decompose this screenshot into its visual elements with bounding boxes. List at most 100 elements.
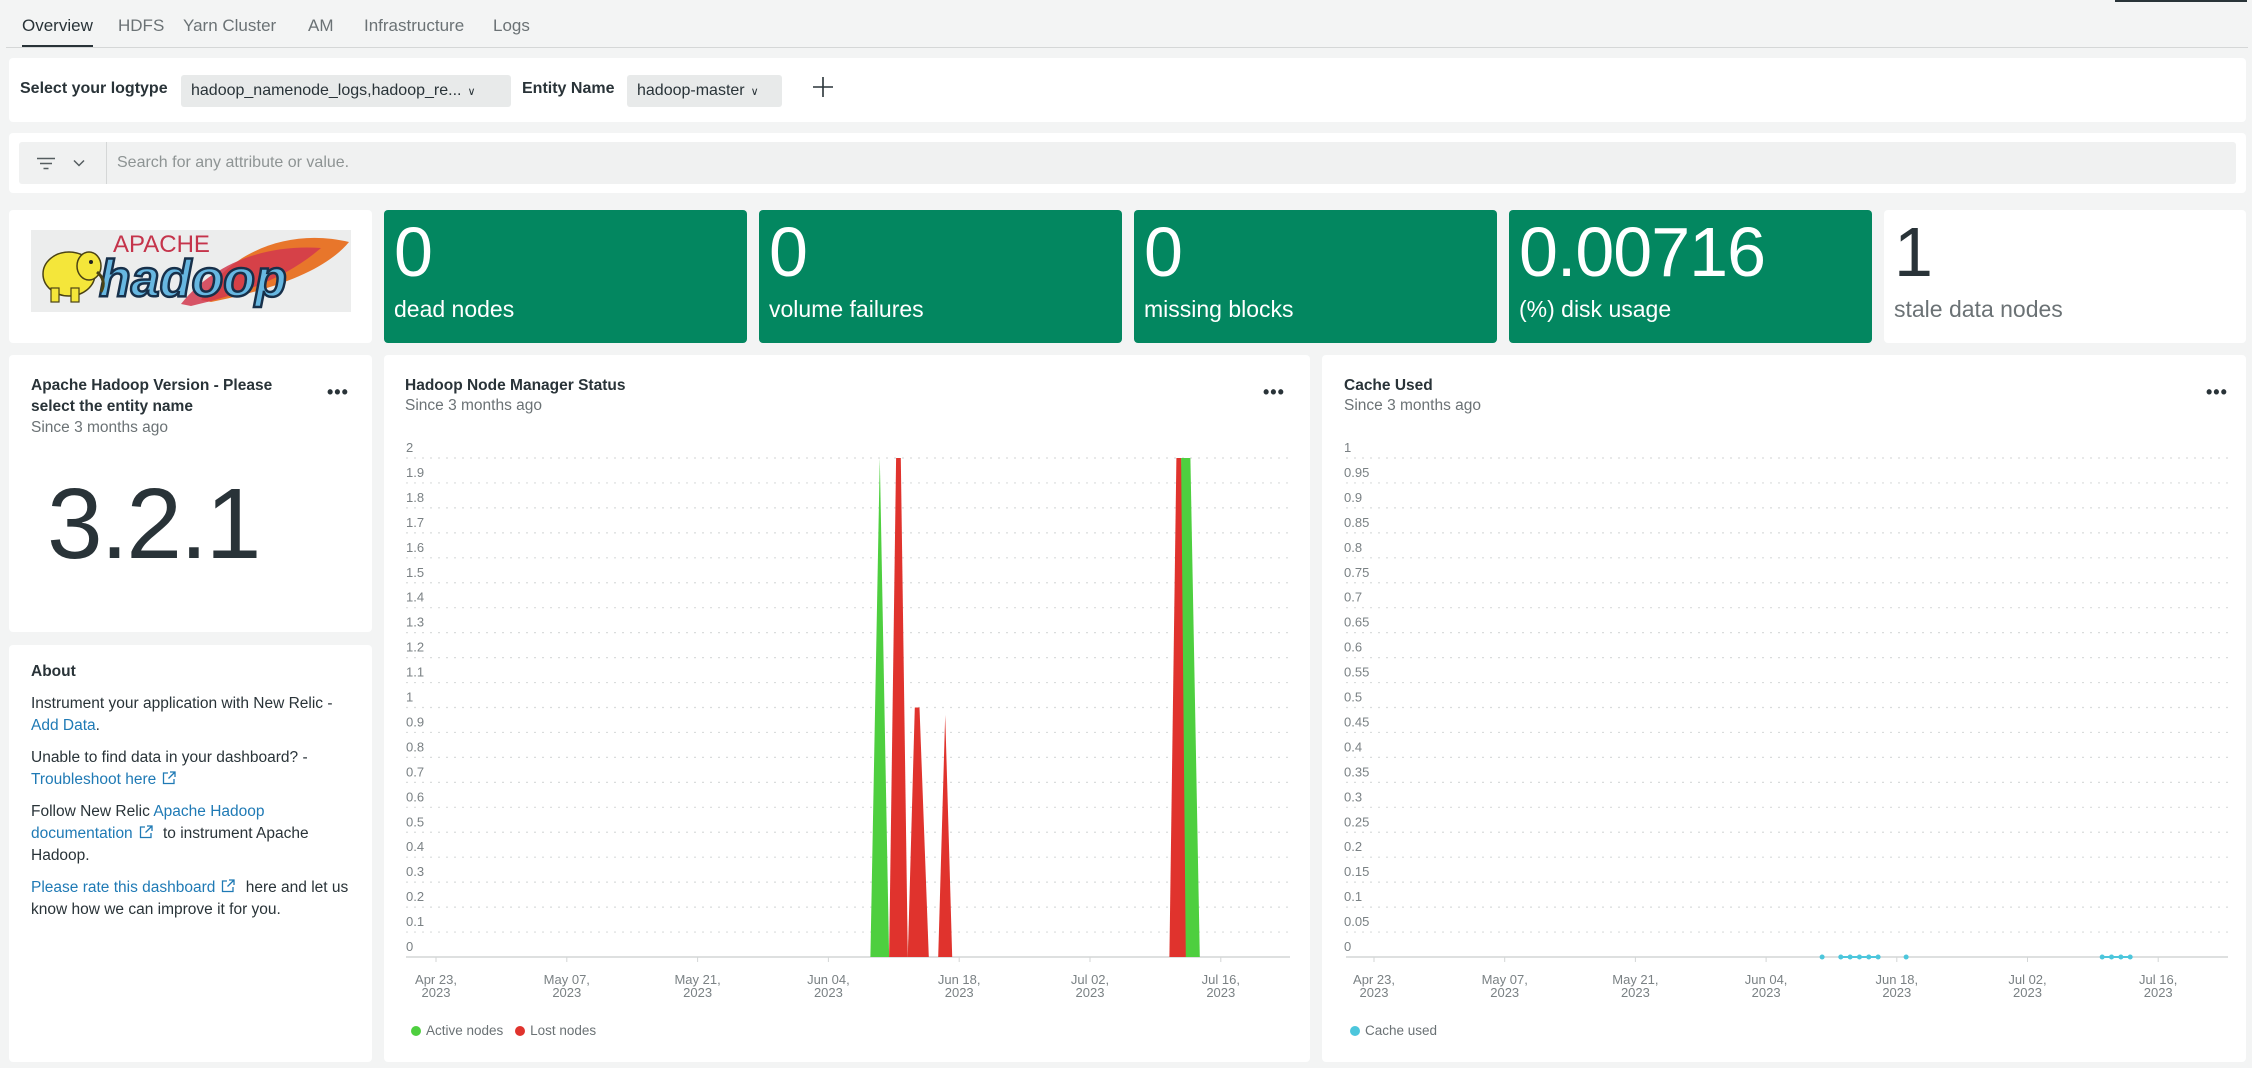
data-point <box>2099 954 2105 960</box>
filter-lines-icon <box>37 157 55 170</box>
y-tick-label: 0.5 <box>1344 690 1362 705</box>
tab-infrastructure[interactable]: Infrastructure <box>364 16 464 36</box>
y-tick-label: 0.25 <box>1344 814 1369 829</box>
variables-bar: Select your logtype hadoop_namenode_logs… <box>9 58 2246 122</box>
logtype-dropdown[interactable]: hadoop_namenode_logs,hadoop_re... ∨ <box>181 75 511 107</box>
y-tick-label: 0.55 <box>1344 665 1369 680</box>
billboard-value: 0 <box>769 213 808 291</box>
billboard-value: 0 <box>394 213 433 291</box>
y-tick-label: 0.85 <box>1344 515 1369 530</box>
y-tick-label: 0.5 <box>406 814 424 829</box>
y-tick-label: 1 <box>1344 440 1351 455</box>
billboard-stale-data-nodes[interactable]: 1 stale data nodes <box>1884 210 2246 343</box>
about-paragraph: Follow New Relic Apache Hadoop documenta… <box>31 803 309 864</box>
x-tick-label: 2023 <box>1360 985 1389 1000</box>
external-link-icon <box>222 879 236 893</box>
entity-name-dropdown[interactable]: hadoop-master ∨ <box>627 75 782 107</box>
y-tick-label: 0.35 <box>1344 764 1369 779</box>
widget-title: Apache Hadoop Version - Please select th… <box>31 377 273 415</box>
x-tick-label: 2023 <box>2144 985 2173 1000</box>
filter-bar <box>9 133 2246 193</box>
version-value: 3.2.1 <box>47 468 261 580</box>
rate-dashboard-link[interactable]: Please rate this dashboard <box>31 879 241 896</box>
x-tick-label: 2023 <box>1752 985 1781 1000</box>
billboard-dead-nodes[interactable]: 0 dead nodes <box>384 210 747 343</box>
chart-legend: Active nodes Lost nodes <box>411 1023 604 1038</box>
x-tick-label: 2023 <box>1621 985 1650 1000</box>
y-tick-label: 0.9 <box>406 714 424 729</box>
y-tick-label: 0.3 <box>406 864 424 879</box>
billboard-caption: (%) disk usage <box>1519 296 1672 322</box>
y-tick-label: 1.2 <box>406 640 424 655</box>
tab-overview[interactable]: Overview <box>22 16 93 48</box>
filter-menu-button[interactable] <box>19 142 107 184</box>
plus-icon <box>813 77 833 97</box>
x-tick-label: 2023 <box>2013 985 2042 1000</box>
billboard-caption: stale data nodes <box>1894 296 2063 322</box>
legend-item-lost-nodes[interactable]: Lost nodes <box>515 1023 596 1038</box>
about-title: About <box>31 663 76 680</box>
x-tick-label: 2023 <box>1206 985 1235 1000</box>
troubleshoot-link[interactable]: Troubleshoot here <box>31 771 182 788</box>
y-tick-label: 0.05 <box>1344 914 1369 929</box>
billboard-value: 1 <box>1894 213 1933 291</box>
logtype-value: hadoop_namenode_logs,hadoop_re... <box>191 82 462 99</box>
billboard-caption: dead nodes <box>394 296 515 322</box>
billboard-value: 0.00716 <box>1519 213 1766 291</box>
billboard-volume-failures[interactable]: 0 volume failures <box>759 210 1122 343</box>
y-tick-label: 1.8 <box>406 490 424 505</box>
y-tick-label: 0.65 <box>1344 615 1369 630</box>
widget-menu-button[interactable]: ••• <box>327 383 349 401</box>
y-tick-label: 2 <box>406 440 413 455</box>
billboard-disk-usage[interactable]: 0.00716 (%) disk usage <box>1509 210 1872 343</box>
billboard-value: 0 <box>1144 213 1183 291</box>
billboard-caption: volume failures <box>769 296 924 322</box>
data-point <box>1847 954 1853 960</box>
tab-am[interactable]: AM <box>308 16 334 36</box>
chevron-down-icon <box>73 159 85 167</box>
y-tick-label: 0.45 <box>1344 714 1369 729</box>
area-spike-lost-nodes <box>889 458 908 957</box>
billboard-missing-blocks[interactable]: 0 missing blocks <box>1134 210 1497 343</box>
y-tick-label: 0.15 <box>1344 864 1369 879</box>
data-point <box>1819 954 1825 960</box>
tab-yarn-cluster[interactable]: Yarn Cluster <box>183 16 276 36</box>
cache-used-chart[interactable]: 0 0.05 0.1 0.15 0.2 0.25 0.3 0.35 0.4 0.45 0.5 0.55… <box>1322 355 2246 1062</box>
tab-hdfs[interactable]: HDFS <box>118 16 164 36</box>
y-tick-label: 1.9 <box>406 465 424 480</box>
chart-legend: Cache used <box>1350 1023 1445 1038</box>
y-tick-label: 0 <box>406 939 413 954</box>
logtype-label: Select your logtype <box>20 80 168 97</box>
tab-bar: Overview HDFS Yarn Cluster AM Infrastruc… <box>0 0 2252 48</box>
version-widget: Apache Hadoop Version - Please select th… <box>9 355 372 632</box>
y-tick-label: 1.4 <box>406 590 424 605</box>
entity-name-value: hadoop-master <box>637 82 745 99</box>
add-variable-button[interactable] <box>812 74 834 104</box>
external-link-icon <box>139 825 153 839</box>
y-tick-label: 0.4 <box>406 839 424 854</box>
data-point <box>2127 954 2133 960</box>
x-tick-label: 2023 <box>422 985 451 1000</box>
legend-item-active-nodes[interactable]: Active nodes <box>411 1023 503 1038</box>
x-tick-label: 2023 <box>814 985 843 1000</box>
tab-divider <box>6 47 2248 48</box>
cache-used-widget: Cache Used Since 3 months ago ••• 0 0.05 0… <box>1322 355 2246 1062</box>
y-tick-label: 1.3 <box>406 615 424 630</box>
x-tick-label: 2023 <box>945 985 974 1000</box>
data-point <box>2109 954 2115 960</box>
external-link-icon <box>163 771 176 785</box>
about-paragraph: Please rate this dashboard here and let … <box>31 879 349 918</box>
x-tick-label: 2023 <box>1490 985 1519 1000</box>
node-manager-chart[interactable]: 0 0.1 0.2 0.3 0.4 0.5 0.6 0.7 0.8 0.9 1 1.1 1.2 1.3 1.… <box>384 355 1310 1062</box>
legend-item-cache-used[interactable]: Cache used <box>1350 1023 1437 1038</box>
search-input[interactable] <box>109 142 2236 184</box>
x-tick-label: 2023 <box>1076 985 1105 1000</box>
y-tick-label: 0.1 <box>1344 889 1362 904</box>
add-data-link[interactable]: Add Data <box>31 717 96 734</box>
area-spike-lost-nodes <box>938 715 953 957</box>
tab-logs[interactable]: Logs <box>493 16 530 36</box>
window-strip <box>2115 0 2247 2</box>
data-point <box>1866 954 1872 960</box>
y-tick-label: 0.8 <box>1344 540 1362 555</box>
y-tick-label: 0.3 <box>1344 789 1362 804</box>
